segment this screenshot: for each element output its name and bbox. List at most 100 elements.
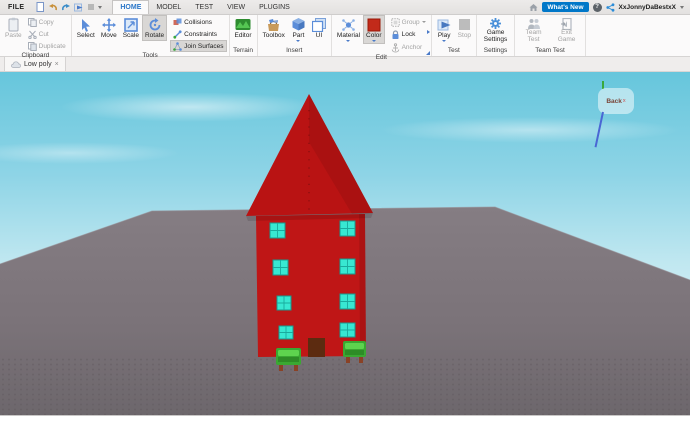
- tab-test[interactable]: TEST: [188, 0, 220, 14]
- ribbon: Paste Copy Cut Duplicate Clipboard Selec…: [0, 14, 690, 61]
- view-selector-label: Back: [606, 97, 622, 105]
- house-model[interactable]: [246, 94, 373, 371]
- color-label: Color: [366, 32, 382, 39]
- help-icon[interactable]: ?: [592, 2, 602, 12]
- stop-small-icon[interactable]: [87, 3, 95, 11]
- scale-label: Scale: [122, 32, 139, 39]
- doc-tab-close-icon[interactable]: ×: [55, 61, 59, 68]
- part-button[interactable]: Part: [288, 15, 309, 44]
- terrain-editor-label: Editor: [234, 32, 252, 39]
- clipboard-group-label: Clipboard: [21, 52, 50, 59]
- stop-icon: [458, 17, 471, 32]
- duplicate-label: Duplicate: [38, 42, 66, 50]
- game-settings-button[interactable]: Game Settings: [479, 15, 512, 46]
- username[interactable]: XxJonnyDaBestxX: [619, 4, 676, 11]
- user-dropdown-icon[interactable]: [680, 5, 684, 9]
- group-button[interactable]: Group: [388, 16, 429, 28]
- group-dropdown-icon[interactable]: [421, 21, 426, 23]
- viewport-3d[interactable]: Back x: [0, 72, 690, 415]
- move-button[interactable]: Move: [98, 15, 120, 41]
- bottom-strip: [0, 415, 690, 432]
- select-button[interactable]: Select: [74, 15, 98, 41]
- lock-button[interactable]: Lock: [388, 28, 429, 41]
- team-test-label: Team Test: [525, 29, 542, 43]
- group-team-test: Team Test Exit Game Team Test: [515, 14, 587, 56]
- constraints-button[interactable]: Constraints: [170, 28, 226, 40]
- run-icon[interactable]: [74, 3, 84, 12]
- view-selector-x-label: x: [622, 98, 626, 104]
- home-icon[interactable]: [529, 3, 538, 12]
- tab-model[interactable]: MODEL: [149, 0, 188, 14]
- group-edit: Material Color Group Lock Anchor Edit: [332, 14, 432, 61]
- whats-new-button[interactable]: What's New: [542, 2, 589, 12]
- play-dropdown-icon[interactable]: [442, 40, 447, 42]
- edit-dialog-launcher-icon[interactable]: [425, 51, 430, 55]
- material-icon: [341, 17, 356, 32]
- stop-button[interactable]: Stop: [455, 15, 474, 41]
- collisions-button[interactable]: Collisions: [170, 16, 226, 28]
- group-terrain: Editor Terrain: [230, 14, 258, 56]
- play-button[interactable]: Play: [434, 15, 455, 44]
- ui-icon: [311, 17, 326, 32]
- toolbox-button[interactable]: Toolbox: [260, 15, 288, 41]
- group-test: Play Stop Test: [432, 14, 478, 56]
- collisions-icon: [173, 18, 182, 25]
- toolbox-icon: [266, 17, 281, 32]
- rotate-label: Rotate: [144, 32, 165, 39]
- color-dropdown-icon[interactable]: [371, 40, 376, 42]
- paste-button[interactable]: Paste: [2, 15, 25, 41]
- lock-icon: [392, 29, 399, 39]
- tab-home[interactable]: HOME: [112, 0, 150, 14]
- tab-plugins[interactable]: PLUGINS: [252, 0, 297, 14]
- cut-button[interactable]: Cut: [25, 28, 69, 40]
- join-surfaces-icon: [173, 41, 182, 51]
- file-menu[interactable]: FILE: [0, 0, 32, 14]
- group-insert: Toolbox Part UI Insert: [258, 14, 332, 56]
- exit-game-button[interactable]: Exit Game: [550, 15, 583, 46]
- copy-button[interactable]: Copy: [25, 16, 69, 28]
- anchor-icon: [391, 42, 399, 52]
- toolbox-label: Toolbox: [262, 32, 285, 39]
- join-surfaces-label: Join Surfaces: [184, 42, 224, 50]
- new-file-icon[interactable]: [36, 2, 45, 12]
- redo-icon[interactable]: [61, 3, 71, 12]
- game-settings-label: Game Settings: [483, 29, 508, 43]
- anchor-button[interactable]: Anchor: [388, 41, 429, 54]
- material-dropdown-icon[interactable]: [346, 40, 351, 42]
- menubar-right: What's New ? XxJonnyDaBestxX: [529, 0, 690, 14]
- quick-access-toolbar: [32, 0, 106, 14]
- terrain-editor-icon: [235, 17, 251, 32]
- select-icon: [79, 17, 92, 32]
- scale-button[interactable]: Scale: [120, 15, 142, 41]
- tools-group-label: Tools: [142, 52, 158, 59]
- qat-dropdown-icon[interactable]: [98, 5, 103, 9]
- edit-expand-icon[interactable]: [426, 30, 430, 34]
- group-icon: [390, 17, 400, 27]
- doc-tab-title: Low poly: [24, 60, 52, 68]
- view-selector[interactable]: Back x: [598, 88, 634, 114]
- part-dropdown-icon[interactable]: [296, 40, 301, 42]
- exit-game-label: Exit Game: [557, 29, 576, 43]
- rotate-button[interactable]: Rotate: [141, 15, 168, 41]
- constraints-icon: [173, 29, 182, 39]
- undo-icon[interactable]: [48, 3, 58, 12]
- duplicate-button[interactable]: Duplicate: [25, 40, 69, 52]
- join-surfaces-button[interactable]: Join Surfaces: [170, 40, 227, 52]
- tab-view[interactable]: VIEW: [220, 0, 252, 14]
- terrain-group-label: Terrain: [233, 47, 253, 54]
- share-icon[interactable]: [605, 2, 615, 12]
- scene: [0, 94, 690, 415]
- group-label: Group: [401, 18, 420, 26]
- ui-button[interactable]: UI: [309, 15, 329, 41]
- ribbon-filler: [586, 14, 690, 56]
- insert-group-label: Insert: [286, 47, 303, 54]
- material-button[interactable]: Material: [334, 15, 363, 44]
- part-label: Part: [292, 32, 305, 39]
- color-button[interactable]: Color: [363, 15, 385, 44]
- select-label: Select: [76, 32, 95, 39]
- menubar-spacer: [297, 0, 530, 14]
- team-test-button[interactable]: Team Test: [517, 15, 550, 46]
- terrain-editor-button[interactable]: Editor: [232, 15, 255, 41]
- cut-icon: [27, 30, 37, 39]
- ui-label: UI: [315, 32, 323, 39]
